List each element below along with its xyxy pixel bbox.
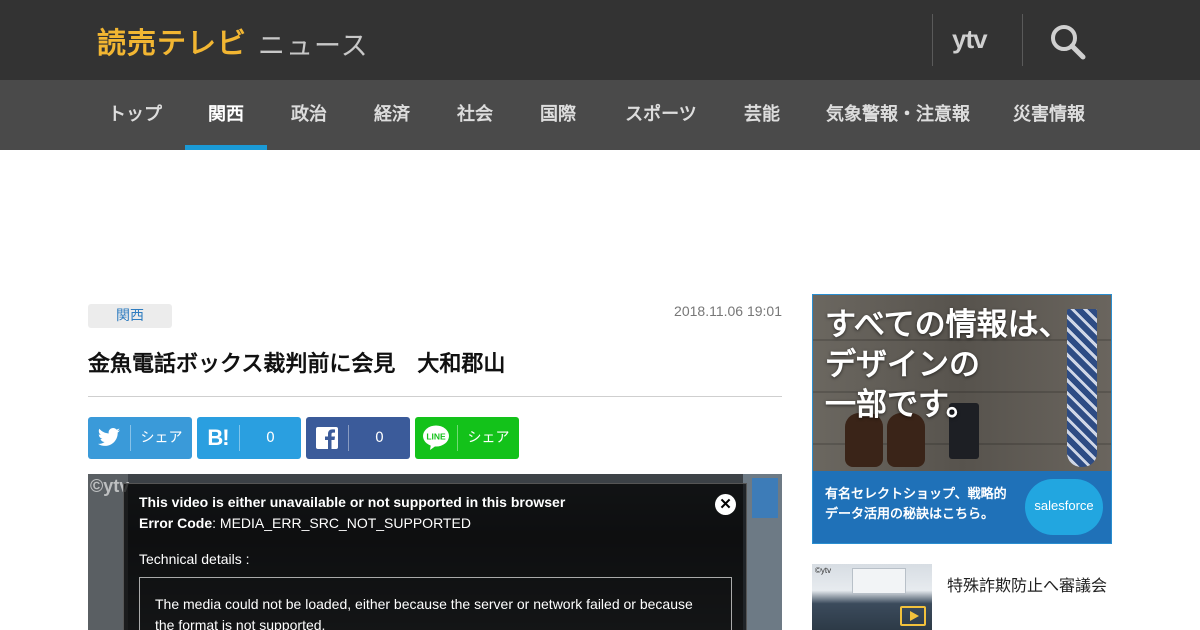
nav-item-disaster[interactable]: 災害情報 bbox=[1012, 80, 1086, 150]
nav-item-entertainment[interactable]: 芸能 bbox=[743, 80, 781, 150]
category-badge[interactable]: 関西 bbox=[88, 304, 172, 328]
category-nav: トップ 関西 政治 経済 社会 国際 スポーツ 芸能 気象警報・注意報 災害情報 bbox=[0, 80, 1200, 150]
ad-headline-line: すべての情報は、 bbox=[825, 307, 1070, 343]
search-icon[interactable] bbox=[1048, 22, 1088, 62]
thumbnail-watermark: ©ytv bbox=[815, 566, 832, 575]
close-icon[interactable]: ✕ bbox=[715, 494, 736, 515]
error-message: This video is either unavailable or not … bbox=[139, 494, 566, 510]
video-play-icon bbox=[900, 606, 926, 626]
salesforce-brand: salesforce bbox=[1034, 498, 1094, 513]
twitter-share-label: シェア bbox=[140, 430, 183, 446]
ad-photo-detail bbox=[1067, 309, 1097, 467]
hatena-count: 0 bbox=[266, 430, 275, 446]
twitter-bird-icon bbox=[88, 417, 130, 459]
nav-item-sports[interactable]: スポーツ bbox=[624, 80, 698, 150]
site-header: 読売テレビ ニュース ytv bbox=[0, 0, 1200, 80]
ad-body-line: 有名セレクトショップ、戦略的 bbox=[825, 487, 1007, 502]
sidebar-advertisement[interactable]: すべての情報は、 デザインの 一部です。 有名セレクトショップ、戦略的 データ活… bbox=[812, 294, 1112, 544]
video-player[interactable]: ©ytv This video is either unavailable or… bbox=[88, 474, 782, 630]
facebook-f-icon bbox=[306, 417, 348, 459]
svg-text:LINE: LINE bbox=[426, 432, 446, 442]
video-frame-background bbox=[88, 474, 128, 630]
line-share-button[interactable]: LINE シェア bbox=[415, 417, 519, 459]
error-code-line: Error Code: MEDIA_ERR_SRC_NOT_SUPPORTED bbox=[139, 515, 471, 531]
related-thumbnail[interactable]: ©ytv bbox=[812, 564, 932, 630]
technical-details-label: Technical details : bbox=[139, 551, 250, 567]
title-divider bbox=[88, 396, 782, 397]
facebook-count: 0 bbox=[375, 430, 384, 446]
ad-body-line: データ活用の秘訣はこちら。 bbox=[825, 507, 995, 522]
nav-item-international[interactable]: 国際 bbox=[539, 80, 577, 150]
article-title: 金魚電話ボックス裁判前に会見 大和郡山 bbox=[88, 352, 506, 377]
nav-item-society[interactable]: 社会 bbox=[456, 80, 494, 150]
thumbnail-image bbox=[852, 568, 906, 594]
twitter-share-button[interactable]: シェア bbox=[88, 417, 192, 459]
nav-item-top[interactable]: トップ bbox=[107, 80, 163, 150]
article-date: 2018.11.06 19:01 bbox=[674, 303, 782, 319]
nav-item-politics[interactable]: 政治 bbox=[290, 80, 328, 150]
ad-body: 有名セレクトショップ、戦略的 データ活用の秘訣はこちら。 bbox=[825, 485, 1007, 525]
nav-item-kansai[interactable]: 関西 bbox=[185, 80, 267, 150]
ad-headline-line: 一部です。 bbox=[825, 387, 977, 423]
error-code: : MEDIA_ERR_SRC_NOT_SUPPORTED bbox=[212, 515, 471, 531]
site-logo[interactable]: 読売テレビ bbox=[97, 20, 247, 62]
hatena-bookmark-button[interactable]: B! 0 bbox=[197, 417, 301, 459]
nav-item-economy[interactable]: 経済 bbox=[373, 80, 411, 150]
ad-footer: 有名セレクトショップ、戦略的 データ活用の秘訣はこちら。 salesforce bbox=[813, 471, 1111, 543]
hatena-mark: B! bbox=[207, 425, 229, 450]
hatena-bookmark-icon: B! bbox=[197, 417, 239, 459]
facebook-share-button[interactable]: 0 bbox=[306, 417, 410, 459]
error-code-label: Error Code bbox=[139, 515, 213, 531]
header-divider bbox=[932, 14, 933, 66]
video-frame-background bbox=[752, 478, 778, 518]
nav-item-weather-warnings[interactable]: 気象警報・注意報 bbox=[826, 80, 970, 150]
related-article-title[interactable]: 特殊詐欺防止へ審議会 bbox=[947, 572, 1107, 596]
video-error-dialog: This video is either unavailable or not … bbox=[123, 483, 747, 630]
ad-headline-line: デザインの bbox=[825, 347, 980, 383]
ad-headline: すべての情報は、 デザインの 一部です。 bbox=[825, 305, 1070, 425]
site-logo-sub[interactable]: ニュース bbox=[258, 24, 369, 63]
ytv-logo[interactable]: ytv bbox=[952, 24, 988, 55]
line-icon: LINE bbox=[415, 417, 457, 459]
line-share-label: シェア bbox=[467, 430, 510, 446]
error-details: The media could not be loaded, either be… bbox=[139, 577, 732, 630]
salesforce-logo: salesforce bbox=[1025, 479, 1103, 535]
header-divider bbox=[1022, 14, 1023, 66]
